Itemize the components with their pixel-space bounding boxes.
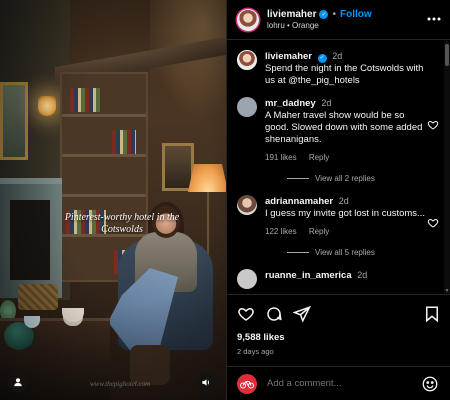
- follow-button[interactable]: Follow: [340, 9, 372, 20]
- post-header: liviemaher ✓ • Follow lohru • Orange: [227, 0, 450, 40]
- comments-list[interactable]: liviemaher ✓ 2d Spend the night in the C…: [227, 40, 450, 294]
- comment-time: 2d: [338, 196, 349, 206]
- mute-button[interactable]: [196, 372, 216, 392]
- commenter-avatar[interactable]: [237, 97, 257, 117]
- comment-input[interactable]: [267, 378, 407, 389]
- view-replies-button[interactable]: View all 2 replies: [287, 174, 441, 183]
- comment-item: adriannamaher 2d I guess my invite got l…: [237, 195, 441, 238]
- author-avatar[interactable]: [237, 8, 259, 31]
- post-media[interactable]: Pinterest-worthy hotel in the Cotswolds …: [0, 0, 226, 400]
- bike-icon: [240, 380, 254, 388]
- current-user-avatar: [237, 373, 257, 394]
- comment-like-count[interactable]: 122 likes: [265, 227, 297, 236]
- comment-item: ruanne_in_america 2d: [237, 269, 441, 289]
- comment-icon[interactable]: [265, 305, 283, 323]
- heart-icon[interactable]: [237, 305, 255, 323]
- like-count[interactable]: 9,588 likes: [237, 332, 441, 343]
- comment-heart-icon[interactable]: [427, 217, 439, 229]
- caption-text: Spend the night in the Cotswolds with us…: [265, 63, 424, 86]
- comment-heart-icon[interactable]: [427, 119, 439, 131]
- view-replies-label: View all 5 replies: [315, 248, 375, 257]
- comment-username[interactable]: mr_dadney: [265, 98, 316, 109]
- media-watermark: www.thepighotel.com: [90, 380, 151, 388]
- comment-text: I guess my invite got lost in customs...: [265, 208, 425, 219]
- scrollbar-thumb[interactable]: [445, 44, 449, 66]
- comment-username[interactable]: ruanne_in_america: [265, 270, 352, 281]
- bookmark-icon[interactable]: [423, 305, 441, 323]
- comment-time: 2d: [357, 270, 368, 280]
- commenter-avatar[interactable]: [237, 195, 257, 215]
- commenter-avatar[interactable]: [237, 269, 257, 289]
- mute-icon: [201, 378, 209, 386]
- user-tag-button[interactable]: [8, 372, 28, 392]
- comments-scrollbar[interactable]: [444, 42, 450, 294]
- media-overlay-text: Pinterest-worthy hotel in the Cotswolds: [64, 212, 180, 235]
- more-options-button[interactable]: [427, 12, 441, 26]
- comment-item: mr_dadney 2d A Maher travel show would b…: [237, 97, 441, 164]
- post-caption: liviemaher ✓ 2d Spend the night in the C…: [237, 50, 441, 87]
- more-options-icon: [427, 17, 441, 21]
- separator-dot: •: [332, 9, 336, 20]
- reply-button[interactable]: Reply: [309, 227, 329, 236]
- verified-badge-icon: ✓: [317, 53, 327, 63]
- add-comment-bar: [227, 366, 450, 400]
- replies-line: [287, 178, 309, 179]
- post-timestamp[interactable]: 2 days ago: [237, 347, 441, 356]
- comment-username[interactable]: adriannamaher: [265, 196, 333, 207]
- audio-subline[interactable]: lohru • Orange: [267, 21, 372, 30]
- author-username[interactable]: liviemaher: [267, 9, 316, 20]
- verified-badge-icon: ✓: [319, 10, 329, 19]
- comment-time: 2d: [321, 98, 332, 108]
- view-replies-label: View all 2 replies: [315, 174, 375, 183]
- post-actions: 9,588 likes 2 days ago: [227, 294, 450, 366]
- caption-time: 2d: [332, 51, 343, 61]
- caption-username[interactable]: liviemaher: [265, 51, 312, 62]
- replies-line: [287, 252, 309, 253]
- comment-text: A Maher travel show would be so good. Sl…: [265, 110, 423, 145]
- view-replies-button[interactable]: View all 5 replies: [287, 248, 441, 257]
- caption-avatar[interactable]: [237, 50, 257, 70]
- emoji-icon[interactable]: [421, 375, 439, 393]
- reply-button[interactable]: Reply: [309, 153, 329, 162]
- share-icon[interactable]: [293, 305, 311, 323]
- post-detail-panel: liviemaher ✓ • Follow lohru • Orange liv…: [226, 0, 450, 400]
- user-tag-icon: [14, 378, 22, 387]
- comment-like-count[interactable]: 191 likes: [265, 153, 297, 162]
- scene-vignette: [0, 0, 226, 400]
